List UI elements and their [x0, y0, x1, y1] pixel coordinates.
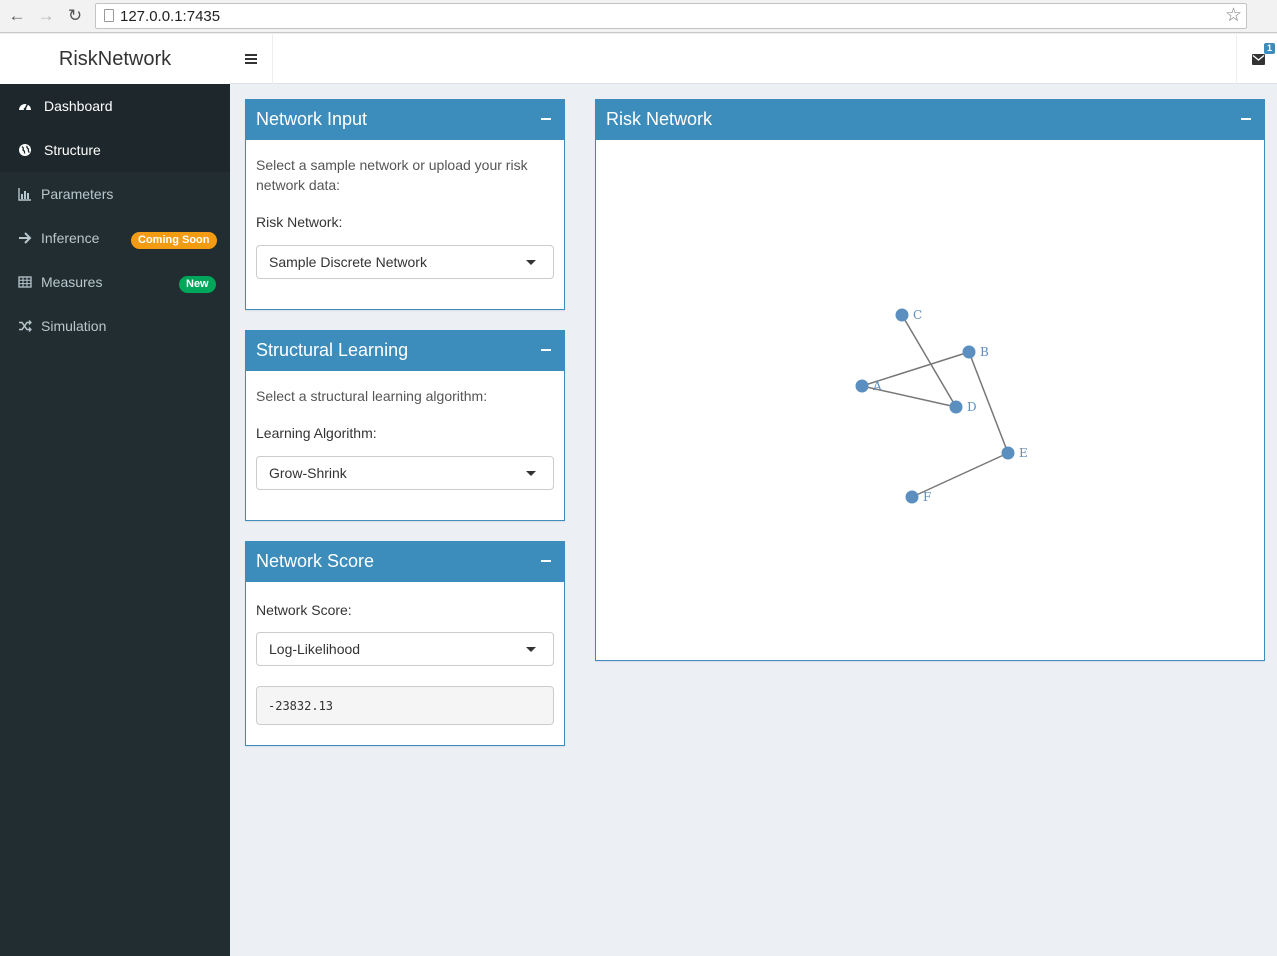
network-score-box: Network Score Network Score: Log-Likelih… — [245, 541, 565, 746]
risk-network-box: Risk Network A B C D E F — [595, 99, 1265, 661]
bar-chart-icon — [18, 188, 31, 201]
sidebar-item-label: Inference — [41, 230, 100, 246]
sidebar-item-simulation[interactable]: Simulation — [0, 304, 230, 348]
select-value: Grow-Shrink — [269, 465, 347, 481]
box-header: Structural Learning — [245, 330, 565, 371]
network-score-select[interactable]: Log-Likelihood — [256, 632, 554, 666]
globe-icon — [19, 144, 31, 156]
hamburger-icon — [245, 54, 257, 64]
help-text: Select a structural learning algorithm: — [256, 388, 488, 404]
browser-toolbar: ← → ↻ 127.0.0.1:7435 ☆ — [0, 0, 1277, 33]
sidebar-item-label: Simulation — [41, 318, 107, 334]
risk-network-graph[interactable]: A B C D E F — [596, 140, 1264, 660]
sidebar-item-label: Dashboard — [44, 98, 113, 114]
sidebar-item-label: Structure — [44, 142, 101, 158]
messages-button[interactable]: 1 — [1236, 34, 1277, 84]
url-text: 127.0.0.1:7435 — [120, 8, 221, 25]
collapse-icon[interactable] — [541, 560, 551, 562]
risk-network-label: Risk Network: — [256, 214, 343, 230]
page-icon — [104, 9, 114, 22]
app-logo[interactable]: RiskNetwork — [0, 34, 230, 84]
collapse-icon[interactable] — [541, 349, 551, 351]
box-header: Risk Network — [595, 99, 1265, 140]
graph-node-C[interactable] — [895, 308, 909, 322]
dashboard-icon — [19, 103, 31, 111]
learning-algorithm-label: Learning Algorithm: — [256, 425, 377, 441]
score-value: -23832.13 — [268, 699, 334, 713]
table-icon — [18, 276, 32, 288]
envelope-icon — [1252, 54, 1265, 65]
star-icon[interactable]: ☆ — [1225, 4, 1242, 27]
sidebar-toggle-button[interactable] — [230, 34, 273, 84]
graph-node-label: C — [913, 308, 922, 322]
top-navbar: 1 — [230, 34, 1277, 84]
structural-learning-box: Structural Learning Select a structural … — [245, 330, 565, 521]
box-title: Risk Network — [606, 109, 713, 129]
sidebar: Dashboard Structure Parameters Inference… — [0, 84, 230, 956]
box-title: Network Score — [256, 551, 375, 571]
help-text: Select a sample network or upload your r… — [256, 157, 528, 193]
graph-node-A[interactable] — [855, 379, 869, 393]
new-badge: New — [179, 276, 216, 293]
chevron-down-icon — [526, 260, 536, 265]
sidebar-item-dashboard[interactable]: Dashboard — [0, 84, 230, 128]
network-input-box: Network Input Select a sample network or… — [245, 99, 565, 310]
sidebar-item-label: Parameters — [41, 186, 114, 202]
sidebar-item-structure[interactable]: Structure — [0, 128, 230, 172]
network-score-label: Network Score: — [256, 602, 352, 618]
box-title: Structural Learning — [256, 340, 409, 360]
select-value: Sample Discrete Network — [269, 254, 427, 270]
arrow-right-icon — [19, 232, 32, 244]
graph-node-D[interactable] — [949, 400, 963, 414]
messages-badge: 1 — [1264, 43, 1275, 54]
graph-node-label: B — [980, 345, 989, 359]
graph-node-label: A — [872, 379, 882, 393]
select-value: Log-Likelihood — [269, 641, 361, 657]
forward-button[interactable]: → — [35, 5, 57, 27]
graph-node-F[interactable] — [905, 490, 919, 504]
collapse-icon[interactable] — [1241, 118, 1251, 120]
sidebar-item-parameters[interactable]: Parameters — [0, 172, 230, 216]
box-title: Network Input — [256, 109, 368, 129]
box-header: Network Input — [245, 99, 565, 140]
graph-node-B[interactable] — [962, 345, 976, 359]
coming-soon-badge: Coming Soon — [131, 232, 217, 249]
graph-node-label: E — [1019, 446, 1028, 460]
box-header: Network Score — [245, 541, 565, 582]
graph-node-label: D — [967, 400, 977, 414]
chevron-down-icon — [526, 471, 536, 476]
risk-network-select[interactable]: Sample Discrete Network — [256, 245, 554, 279]
collapse-icon[interactable] — [541, 118, 551, 120]
graph-node-label: F — [923, 490, 931, 504]
chevron-down-icon — [526, 647, 536, 652]
graph-node-E[interactable] — [1001, 446, 1015, 460]
graph-edge-C-D — [901, 314, 957, 408]
address-bar[interactable]: 127.0.0.1:7435 ☆ — [95, 3, 1247, 29]
network-score-output: -23832.13 — [256, 686, 554, 725]
reload-button[interactable]: ↻ — [64, 5, 86, 27]
random-icon — [19, 320, 32, 332]
sidebar-item-label: Measures — [41, 274, 103, 290]
back-button[interactable]: ← — [6, 5, 28, 27]
learning-algorithm-select[interactable]: Grow-Shrink — [256, 456, 554, 490]
